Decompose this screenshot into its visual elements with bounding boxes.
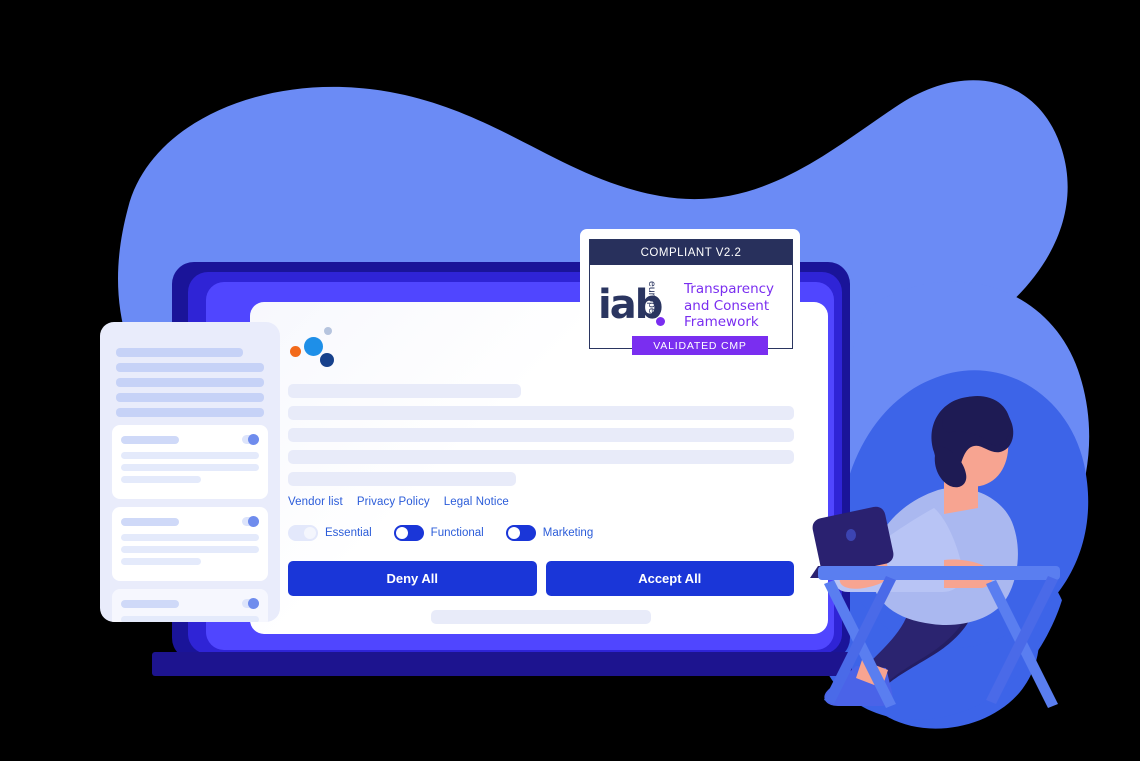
person-at-desk-illustration xyxy=(810,396,1060,708)
laptop-camera xyxy=(846,529,856,541)
illustration-canvas: Vendor list Privacy Policy Legal Notice … xyxy=(0,0,1140,761)
